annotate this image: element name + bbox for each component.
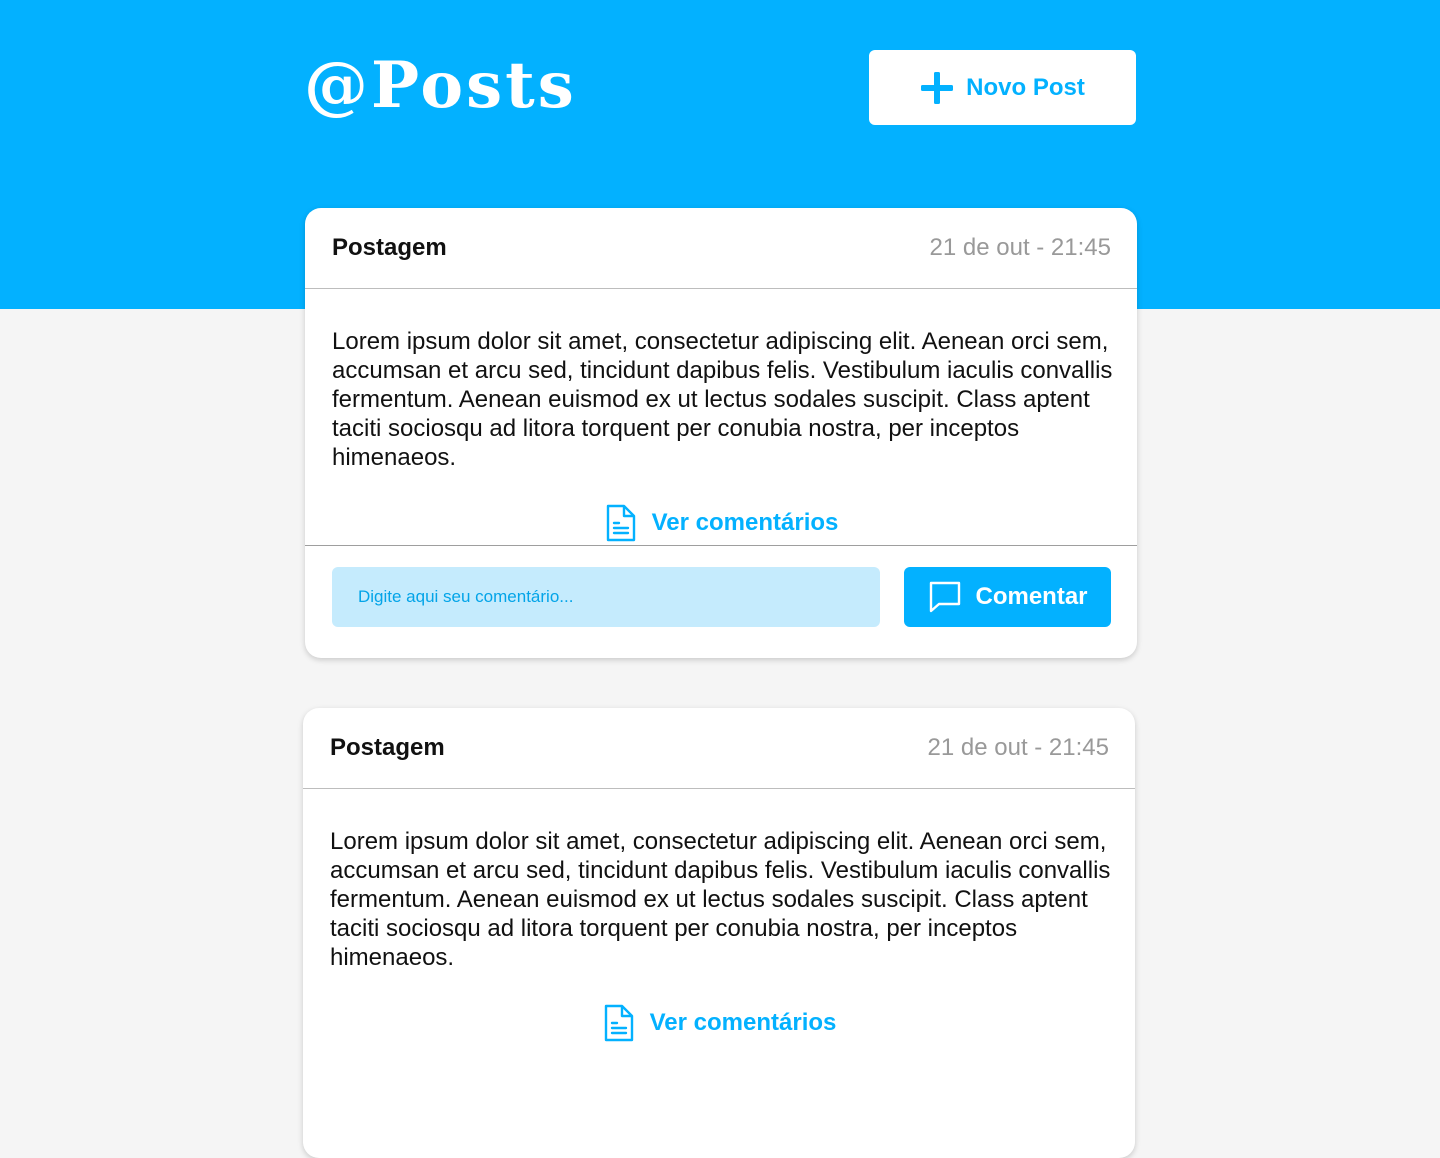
new-post-label: Novo Post	[966, 73, 1085, 101]
new-post-button[interactable]: Novo Post	[869, 50, 1136, 125]
comment-bar: Comentar	[305, 545, 1137, 653]
post-body: Lorem ipsum dolor sit amet, consectetur …	[332, 328, 1113, 471]
view-comments-label: Ver comentários	[651, 509, 839, 536]
post-header: Postagem 21 de out - 21:45	[303, 708, 1135, 789]
post-title: Postagem	[330, 734, 445, 761]
brand-title: @Posts	[304, 48, 577, 123]
post-date: 21 de out - 21:45	[929, 234, 1111, 261]
post-date: 21 de out - 21:45	[927, 734, 1109, 761]
view-comments-label: Ver comentários	[649, 1009, 837, 1036]
document-icon	[606, 504, 635, 542]
post-header: Postagem 21 de out - 21:45	[305, 208, 1137, 289]
comment-button-label: Comentar	[975, 583, 1088, 610]
chat-bubble-icon	[930, 581, 961, 613]
view-comments-link[interactable]: Ver comentários	[305, 501, 1137, 545]
view-comments-link[interactable]: Ver comentários	[303, 1001, 1135, 1045]
post-card: Postagem 21 de out - 21:45 Lorem ipsum d…	[303, 708, 1135, 1158]
comment-input[interactable]	[332, 567, 880, 627]
document-icon	[604, 1004, 633, 1042]
post-card: Postagem 21 de out - 21:45 Lorem ipsum d…	[305, 208, 1137, 658]
post-title: Postagem	[332, 234, 447, 261]
plus-icon	[921, 71, 954, 104]
comment-button[interactable]: Comentar	[904, 567, 1111, 627]
post-body: Lorem ipsum dolor sit amet, consectetur …	[330, 828, 1111, 971]
